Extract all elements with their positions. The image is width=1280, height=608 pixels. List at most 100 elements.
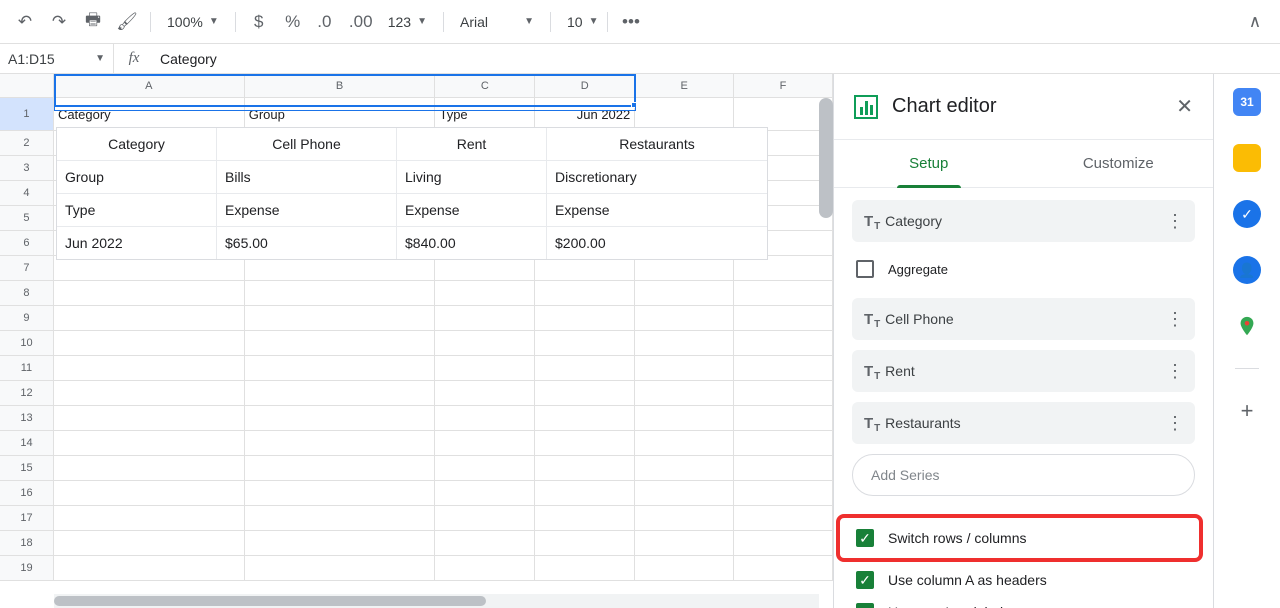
row-header[interactable]: 5: [0, 206, 54, 231]
cell[interactable]: [535, 456, 635, 481]
undo-button[interactable]: ↶: [10, 7, 40, 37]
cell[interactable]: [535, 531, 635, 556]
cell[interactable]: [435, 506, 535, 531]
cell[interactable]: [734, 431, 833, 456]
row-header[interactable]: 2: [0, 131, 54, 156]
cell[interactable]: [54, 306, 245, 331]
row-header[interactable]: 16: [0, 481, 54, 506]
cell[interactable]: [54, 406, 245, 431]
close-button[interactable]: ✕: [1176, 94, 1193, 119]
cell[interactable]: [245, 481, 436, 506]
cell[interactable]: [535, 331, 635, 356]
cell[interactable]: [635, 281, 734, 306]
cell[interactable]: [635, 406, 734, 431]
tab-customize[interactable]: Customize: [1024, 140, 1214, 187]
horizontal-scrollbar-track[interactable]: [54, 594, 819, 608]
cell[interactable]: [535, 556, 635, 581]
cell[interactable]: [245, 531, 436, 556]
cell[interactable]: [245, 506, 436, 531]
cell[interactable]: [734, 506, 833, 531]
vertical-scrollbar[interactable]: [819, 98, 833, 218]
more-icon[interactable]: ⋮: [1166, 366, 1183, 376]
cell[interactable]: [734, 556, 833, 581]
cell[interactable]: [435, 481, 535, 506]
row-header[interactable]: 11: [0, 356, 54, 381]
cell[interactable]: [635, 481, 734, 506]
cell[interactable]: [245, 431, 436, 456]
cell[interactable]: [734, 481, 833, 506]
switch-rows-cols-checkbox[interactable]: ✓: [856, 529, 874, 547]
row-header[interactable]: 12: [0, 381, 54, 406]
row-header[interactable]: 14: [0, 431, 54, 456]
cell[interactable]: [245, 356, 436, 381]
cell[interactable]: [435, 556, 535, 581]
cell[interactable]: [54, 381, 245, 406]
xaxis-chip[interactable]: T Category ⋮: [852, 200, 1195, 242]
cell[interactable]: [54, 531, 245, 556]
aggregate-checkbox[interactable]: [856, 260, 874, 278]
cell[interactable]: [535, 356, 635, 381]
series-chip[interactable]: T Cell Phone ⋮: [852, 298, 1195, 340]
zoom-dropdown[interactable]: 100%▼: [159, 7, 227, 37]
keep-icon[interactable]: [1233, 144, 1261, 172]
more-icon[interactable]: ⋮: [1166, 314, 1183, 324]
cell[interactable]: [734, 281, 833, 306]
cell[interactable]: [435, 381, 535, 406]
cell[interactable]: [535, 431, 635, 456]
maps-icon[interactable]: [1233, 312, 1261, 340]
cell[interactable]: [535, 506, 635, 531]
col-header-B[interactable]: B: [245, 74, 436, 98]
format-currency-button[interactable]: $: [244, 7, 274, 37]
cell[interactable]: [435, 331, 535, 356]
tab-setup[interactable]: Setup: [834, 140, 1024, 187]
use-row-1-checkbox[interactable]: ✓: [856, 603, 874, 608]
col-header-C[interactable]: C: [435, 74, 535, 98]
cell[interactable]: [54, 356, 245, 381]
cell[interactable]: [435, 306, 535, 331]
cell[interactable]: [54, 481, 245, 506]
cell[interactable]: [635, 431, 734, 456]
formula-input[interactable]: Category: [154, 51, 1280, 67]
cell[interactable]: [54, 431, 245, 456]
font-size-dropdown[interactable]: 10▼: [559, 7, 599, 37]
name-box[interactable]: A1:D15▼: [0, 44, 114, 74]
cell[interactable]: [535, 481, 635, 506]
select-all-corner[interactable]: [0, 74, 54, 98]
cell[interactable]: [435, 281, 535, 306]
tasks-icon[interactable]: ✓: [1233, 200, 1261, 228]
cell[interactable]: [635, 331, 734, 356]
row-header[interactable]: 13: [0, 406, 54, 431]
cell[interactable]: [54, 331, 245, 356]
horizontal-scrollbar-thumb[interactable]: [54, 596, 486, 606]
print-button[interactable]: 🖶: [78, 7, 108, 37]
cell[interactable]: [734, 381, 833, 406]
cell[interactable]: [54, 281, 245, 306]
more-icon[interactable]: ⋮: [1166, 216, 1183, 226]
collapse-toolbar-button[interactable]: ∧: [1240, 7, 1270, 37]
cell[interactable]: [635, 381, 734, 406]
chart-object[interactable]: Category Cell Phone Rent Restaurants Gro…: [56, 127, 768, 260]
cell[interactable]: [435, 406, 535, 431]
cell[interactable]: [245, 456, 436, 481]
cell[interactable]: [734, 406, 833, 431]
cell[interactable]: [535, 281, 635, 306]
row-header[interactable]: 3: [0, 156, 54, 181]
more-icon[interactable]: ⋮: [1166, 418, 1183, 428]
row-header[interactable]: 17: [0, 506, 54, 531]
cell[interactable]: [245, 406, 436, 431]
cell[interactable]: [734, 356, 833, 381]
increase-decimal-button[interactable]: .00: [346, 7, 376, 37]
col-header-F[interactable]: F: [734, 74, 833, 98]
add-series-button[interactable]: Add Series: [852, 454, 1195, 496]
redo-button[interactable]: ↷: [44, 7, 74, 37]
cell[interactable]: [54, 506, 245, 531]
row-header[interactable]: 9: [0, 306, 54, 331]
cell[interactable]: [245, 556, 436, 581]
more-toolbar-button[interactable]: •••: [616, 7, 646, 37]
row-header[interactable]: 6: [0, 231, 54, 256]
row-header[interactable]: 18: [0, 531, 54, 556]
cell[interactable]: [245, 331, 436, 356]
cell[interactable]: [245, 281, 436, 306]
contacts-icon[interactable]: 👤: [1233, 256, 1261, 284]
cell[interactable]: [635, 456, 734, 481]
